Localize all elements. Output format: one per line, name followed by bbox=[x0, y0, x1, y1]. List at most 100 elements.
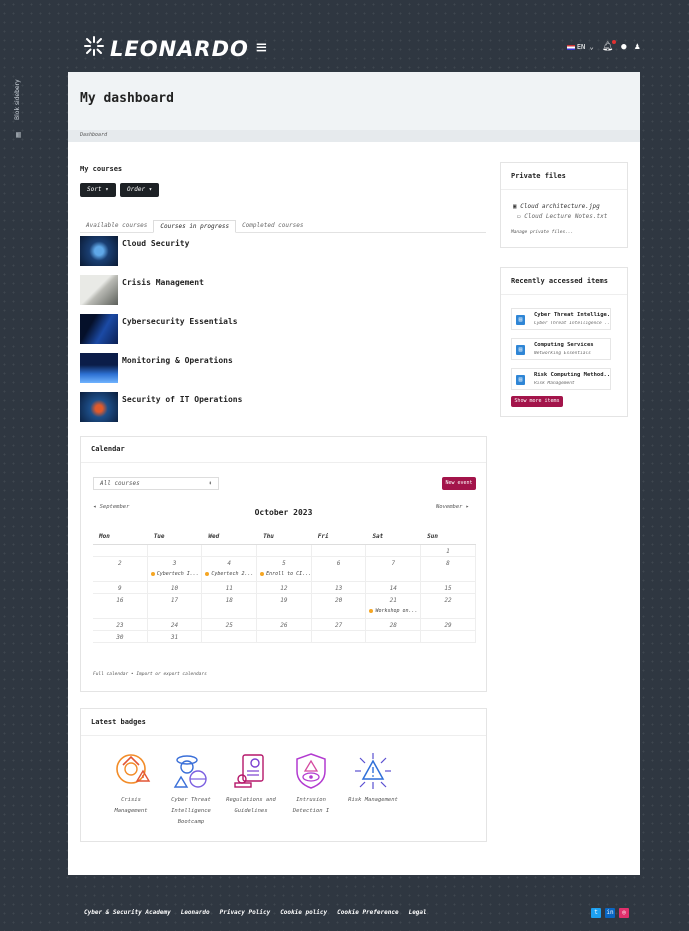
calendar-day-cell[interactable]: 7 bbox=[366, 557, 422, 582]
badge-item[interactable]: Intrusion Detection I bbox=[285, 751, 337, 817]
calendar-day-cell bbox=[366, 631, 422, 643]
calendar-day-cell[interactable]: 5 Enroll to CI... bbox=[257, 557, 312, 582]
event-dot-icon bbox=[260, 571, 265, 576]
site-logo[interactable]: LEONARDO bbox=[82, 34, 249, 64]
event-title: Workshop on... bbox=[375, 608, 418, 614]
divider bbox=[501, 189, 627, 190]
calendar-day-cell[interactable]: 10 bbox=[147, 582, 203, 594]
recent-item[interactable]: ▤ Cyber Threat Intellige... Cyber Threat… bbox=[511, 308, 611, 330]
breadcrumb-dashboard[interactable]: Dashboard bbox=[80, 132, 107, 138]
tab-available[interactable]: Available courses bbox=[80, 220, 153, 232]
calendar-day-cell[interactable]: 22 bbox=[421, 594, 476, 619]
calendar-event[interactable]: Workshop on... bbox=[369, 608, 418, 614]
calendar-day-cell[interactable]: 14 bbox=[366, 582, 422, 594]
footer-link-cookie-policy[interactable]: Cookie policy bbox=[280, 909, 327, 916]
calendar-day-cell[interactable]: 16 bbox=[93, 594, 148, 619]
next-month-label: November bbox=[436, 504, 463, 510]
calendar-day-cell[interactable]: 15 bbox=[421, 582, 476, 594]
calendar-day-cell[interactable]: 28 bbox=[366, 619, 422, 631]
calendar-day-cell[interactable]: 18 bbox=[202, 594, 258, 619]
file-item[interactable]: ▭ Cloud Lecture Notes.txt bbox=[517, 213, 607, 220]
course-name[interactable]: Crisis Management bbox=[122, 278, 204, 287]
calendar-day-cell[interactable]: 24 bbox=[147, 619, 203, 631]
calendar-day-cell[interactable]: 12 bbox=[257, 582, 312, 594]
manage-files-link[interactable]: Manage private files... bbox=[511, 230, 573, 235]
bell-icon[interactable]: 🔔︎ bbox=[602, 40, 617, 52]
calendar-event[interactable]: Cybertech 2... bbox=[205, 571, 254, 577]
footer-link-legal[interactable]: Legal bbox=[409, 909, 427, 916]
drawer-toggle[interactable]: Blok sidebery ▥ bbox=[10, 60, 32, 150]
course-item[interactable]: Cloud Security bbox=[80, 236, 189, 266]
twitter-icon[interactable]: t bbox=[591, 908, 601, 918]
order-button[interactable]: Order ▾ bbox=[120, 183, 160, 197]
calendar-day-cell[interactable]: 25 bbox=[202, 619, 258, 631]
badge-item[interactable]: Cyber Threat Intelligence Bootcamp bbox=[165, 751, 217, 828]
course-name[interactable]: Monitoring & Operations bbox=[122, 356, 233, 365]
day-number: 11 bbox=[225, 585, 233, 592]
calendar-day-cell[interactable]: 23 bbox=[93, 619, 148, 631]
footer-link-academy[interactable]: Cyber & Security Academy bbox=[84, 909, 171, 916]
file-item[interactable]: ▣ Cloud architecture.jpg bbox=[513, 203, 600, 210]
badge-item[interactable]: Crisis Management bbox=[105, 751, 157, 817]
tab-completed[interactable]: Completed courses bbox=[236, 220, 309, 232]
flag-icon bbox=[566, 44, 575, 50]
calendar-day-cell[interactable]: 4 Cybertech 2... bbox=[202, 557, 258, 582]
course-item[interactable]: Crisis Management bbox=[80, 275, 204, 305]
sort-button[interactable]: Sort ▾ bbox=[80, 183, 116, 197]
language-label: EN bbox=[576, 43, 586, 51]
calendar-day-cell[interactable]: 11 bbox=[202, 582, 258, 594]
calendar-day-cell[interactable]: 21 Workshop on... bbox=[366, 594, 422, 619]
recent-item[interactable]: ▤ Computing Services Networking Essentia… bbox=[511, 338, 611, 360]
calendar-day-cell[interactable]: 6 bbox=[311, 557, 367, 582]
menu-icon[interactable]: ≡ bbox=[256, 37, 267, 58]
badge-item[interactable]: Risk Management bbox=[343, 751, 403, 806]
calendar-day-cell[interactable]: 8 bbox=[421, 557, 476, 582]
calendar-day-cell[interactable]: 3 Cybertech I... bbox=[147, 557, 203, 582]
footer-link-cookie-preference[interactable]: Cookie Preference bbox=[337, 909, 398, 916]
calendar-day-cell[interactable]: 2 bbox=[93, 557, 148, 582]
course-name[interactable]: Cloud Security bbox=[122, 239, 189, 248]
calendar-day-cell[interactable]: 31 bbox=[147, 631, 203, 643]
course-item[interactable]: Security of IT Operations bbox=[80, 392, 242, 422]
course-filter-select[interactable]: All courses ⬍ bbox=[93, 477, 219, 490]
next-month-link[interactable]: November ▸ bbox=[436, 504, 469, 510]
course-name[interactable]: Security of IT Operations bbox=[122, 395, 242, 404]
instagram-icon[interactable]: ◎ bbox=[619, 908, 629, 918]
chat-icon[interactable]: ● bbox=[621, 42, 626, 52]
calendar-event[interactable]: Cybertech I... bbox=[150, 571, 199, 577]
calendar-day-cell[interactable]: 30 bbox=[93, 631, 148, 643]
calendar-day-cell[interactable]: 27 bbox=[311, 619, 367, 631]
calendar-day-cell[interactable]: 26 bbox=[257, 619, 312, 631]
calendar-day-cell[interactable]: 9 bbox=[93, 582, 148, 594]
chart-icon: ▥ bbox=[16, 130, 21, 139]
footer-link-leonardo[interactable]: Leonardo bbox=[181, 909, 210, 916]
footer-links: Cyber & Security Academy Leonardo Privac… bbox=[84, 909, 427, 916]
calendar-day-cell bbox=[311, 631, 367, 643]
badge-name-line: Management bbox=[114, 808, 148, 814]
course-thumbnail bbox=[80, 392, 118, 422]
sort-label: Sort bbox=[87, 186, 102, 193]
linkedin-icon[interactable]: in bbox=[605, 908, 615, 918]
calendar-day-cell[interactable]: 1 bbox=[421, 545, 476, 557]
calendar-day-cell[interactable]: 19 bbox=[257, 594, 312, 619]
navbar: LEONARDO ≡ EN ⌄ 🔔︎ ● ♟ bbox=[68, 28, 640, 68]
show-more-button[interactable]: Show more items bbox=[511, 396, 563, 407]
calendar-day-cell[interactable]: 20 bbox=[311, 594, 367, 619]
new-event-button[interactable]: New event bbox=[442, 477, 476, 490]
footer-link-privacy[interactable]: Privacy Policy bbox=[220, 909, 271, 916]
calendar-day-cell[interactable]: 29 bbox=[421, 619, 476, 631]
course-item[interactable]: Monitoring & Operations bbox=[80, 353, 233, 383]
language-menu[interactable]: EN ⌄ bbox=[566, 43, 594, 51]
tab-in-progress[interactable]: Courses in progress bbox=[153, 220, 237, 233]
calendar-event[interactable]: Enroll to CI... bbox=[260, 571, 311, 577]
calendar-day-cell[interactable]: 17 bbox=[147, 594, 203, 619]
calendar-day-cell[interactable]: 13 bbox=[311, 582, 367, 594]
user-icon[interactable]: ♟ bbox=[635, 42, 640, 52]
course-name[interactable]: Cybersecurity Essentials bbox=[122, 317, 238, 326]
course-item[interactable]: Cybersecurity Essentials bbox=[80, 314, 238, 344]
recent-item[interactable]: ▤ Risk Computing Method... Risk Manageme… bbox=[511, 368, 611, 390]
file-name: Cloud architecture.jpg bbox=[520, 203, 600, 210]
badge-name: Cyber Threat Intelligence Bootcamp bbox=[165, 795, 217, 828]
calendar-footer-links[interactable]: Full calendar • Import or export calenda… bbox=[93, 672, 207, 677]
badge-item[interactable]: Regulations and Guidelines bbox=[225, 751, 277, 817]
